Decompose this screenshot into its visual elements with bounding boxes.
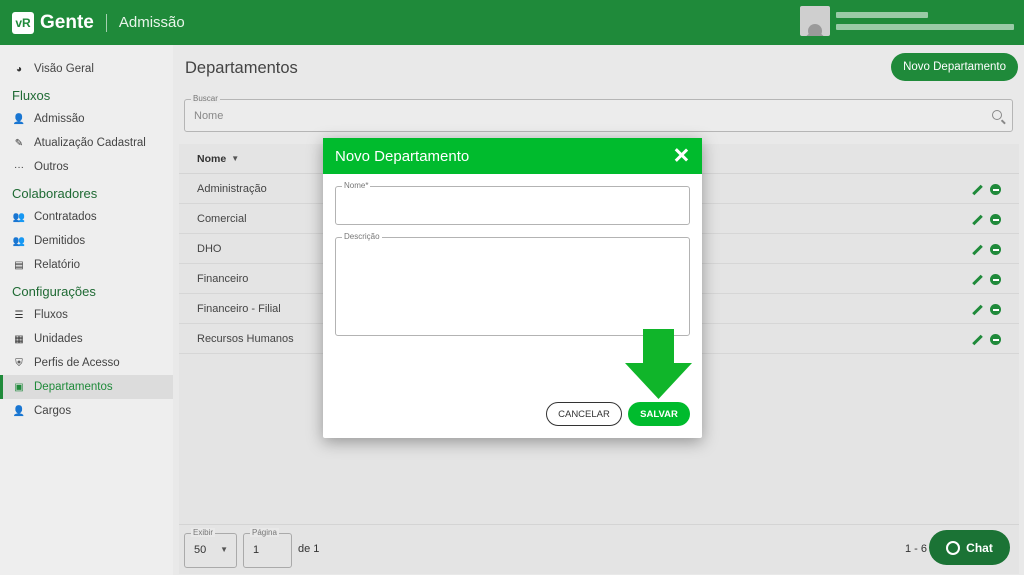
dialog-header: Novo Departamento (323, 138, 702, 174)
cancel-button[interactable]: CANCELAR (546, 402, 622, 426)
name-field-legend: Nome* (342, 181, 371, 190)
save-button[interactable]: SALVAR (628, 402, 690, 426)
description-field[interactable]: Descrição (335, 232, 690, 336)
name-field[interactable]: Nome* (335, 181, 690, 225)
close-icon[interactable] (674, 148, 688, 162)
dialog-title: Novo Departamento (335, 147, 470, 165)
arrow-down-icon (625, 329, 692, 399)
description-field-legend: Descrição (342, 232, 382, 241)
